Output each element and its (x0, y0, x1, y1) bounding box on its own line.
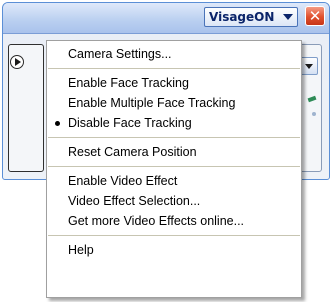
menu-item-label: Enable Face Tracking (68, 76, 189, 90)
radio-bullet-icon (55, 121, 60, 126)
menu-item-enable-face-tracking[interactable]: Enable Face Tracking (47, 73, 301, 93)
menu-separator (48, 137, 300, 138)
chevron-down-icon (283, 14, 293, 20)
status-dot-icon (312, 112, 316, 116)
context-menu: Camera Settings... Enable Face Tracking … (46, 40, 302, 298)
menu-item-get-more-video-effects[interactable]: Get more Video Effects online... (47, 211, 301, 231)
close-button[interactable]: ✕ (305, 6, 325, 26)
menu-item-label: Enable Video Effect (68, 174, 178, 188)
menu-item-camera-settings[interactable]: Camera Settings... (47, 44, 301, 64)
menu-item-enable-multiple-face-tracking[interactable]: Enable Multiple Face Tracking (47, 93, 301, 113)
menu-item-label: Help (68, 243, 94, 257)
menu-item-label: Enable Multiple Face Tracking (68, 96, 236, 110)
menu-item-label: Camera Settings... (68, 47, 172, 61)
close-icon: ✕ (308, 7, 322, 25)
menu-item-help[interactable]: Help (47, 240, 301, 260)
menu-item-disable-face-tracking[interactable]: Disable Face Tracking (47, 113, 301, 133)
screen: VisageON ✕ Camera Settings... Enable Fac… (0, 0, 333, 302)
menu-item-reset-camera-position[interactable]: Reset Camera Position (47, 142, 301, 162)
menu-item-label: Video Effect Selection... (68, 194, 201, 208)
menu-separator (48, 235, 300, 236)
menu-item-label: Disable Face Tracking (68, 116, 192, 130)
play-icon[interactable] (10, 55, 24, 69)
menu-item-label: Reset Camera Position (68, 145, 197, 159)
menu-item-enable-video-effect[interactable]: Enable Video Effect (47, 171, 301, 191)
menu-separator (48, 68, 300, 69)
visageon-menu-button[interactable]: VisageON (204, 7, 298, 27)
dropdown-arrow-button[interactable] (300, 57, 318, 75)
menu-item-video-effect-selection[interactable]: Video Effect Selection... (47, 191, 301, 211)
menu-separator (48, 166, 300, 167)
brand-label: VisageON (209, 10, 275, 24)
menu-item-label: Get more Video Effects online... (68, 214, 245, 228)
